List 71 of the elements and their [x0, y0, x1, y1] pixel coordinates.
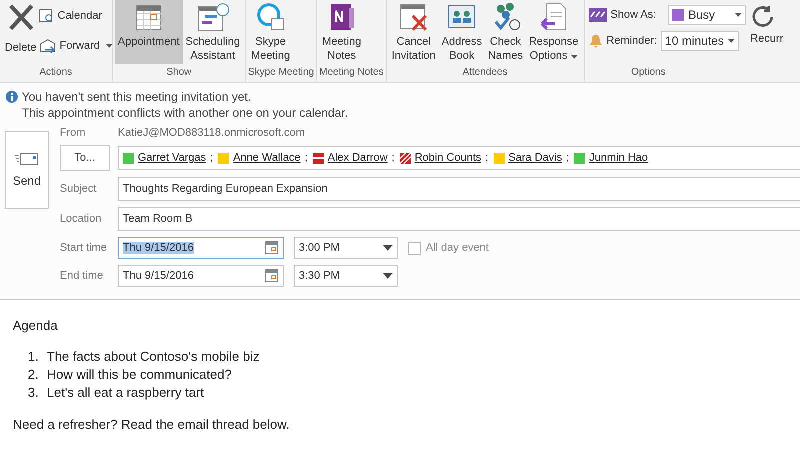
- from-address: KatieJ@MOD883118.onmicrosoft.com: [118, 127, 306, 139]
- time-dropdown[interactable]: 3:30 PM: [294, 265, 398, 287]
- ribbon-button[interactable]: Appointment: [115, 0, 183, 64]
- caret-icon: [728, 39, 736, 43]
- calendar-icon: [265, 269, 279, 283]
- to-field[interactable]: Garret Vargas ; Anne Wallace ; Alex Darrow ; Robin Counts ; Sara Davis ; Junmin Hao: [118, 146, 800, 170]
- date-field[interactable]: Thu 9/15/2016: [118, 237, 284, 259]
- location-field[interactable]: Team Room B: [118, 207, 800, 231]
- group-label: Attendees: [462, 66, 509, 80]
- info-message: This appointment conflicts with another one on your calendar.: [22, 105, 348, 121]
- from-label: From: [60, 127, 87, 139]
- time-label: End time: [60, 269, 104, 284]
- list-item: How will this be communicated?: [47, 366, 232, 382]
- group-label: Meeting Notes: [319, 66, 384, 80]
- body-text: Need a refresher? Read the email thread below.: [13, 417, 291, 432]
- list-item: Let's all eat a raspberry tart: [47, 384, 204, 400]
- list-number: 2.: [28, 366, 40, 382]
- status-square-icon: [672, 9, 684, 21]
- ribbon-button[interactable]: Meeting Notes: [319, 0, 364, 64]
- caret-icon: [735, 13, 742, 17]
- location-label: Location: [60, 212, 103, 227]
- time-dropdown[interactable]: 3:00 PM: [294, 237, 398, 259]
- ribbon-button[interactable]: Address Book: [438, 0, 486, 64]
- attendee-name[interactable]: Garret Vargas: [138, 152, 206, 164]
- attendee-name[interactable]: Robin Counts: [414, 152, 482, 164]
- all-day-label: All day event: [426, 242, 489, 254]
- info-icon: [6, 91, 18, 103]
- group-label: Options: [630, 66, 667, 80]
- attendee-name[interactable]: Sara Davis: [508, 152, 562, 164]
- subject-label: Subject: [60, 182, 98, 197]
- calendar-icon: [265, 241, 279, 255]
- list-number: 3.: [28, 384, 40, 400]
- dropdown-arrow-icon: [383, 245, 393, 251]
- caret-icon: [106, 44, 114, 48]
- group-label: Show: [166, 66, 193, 80]
- envelope-icon: [15, 152, 39, 166]
- dropdown-arrow-icon: [383, 273, 393, 279]
- date-field[interactable]: Thu 9/15/2016: [118, 265, 284, 287]
- send-button[interactable]: Send: [5, 131, 49, 209]
- attendee-name[interactable]: Alex Darrow: [328, 152, 388, 164]
- bell-icon: [588, 34, 603, 48]
- separator: ;: [392, 152, 395, 164]
- ribbon-button[interactable]: Skype Meeting: [248, 0, 294, 64]
- info-message: You haven't sent this meeting invitation yet.: [22, 89, 252, 105]
- list-item: The facts about Contoso's mobile biz: [47, 348, 260, 364]
- to-button[interactable]: To...: [60, 145, 110, 171]
- reminder-dropdown[interactable]: 10 minutes: [661, 31, 740, 51]
- attendee-name[interactable]: Junmin Hao: [589, 152, 648, 164]
- separator: ;: [304, 152, 308, 164]
- ribbon-button[interactable]: Check Names: [485, 0, 526, 64]
- reminder-label: Reminder:: [606, 35, 658, 47]
- ribbon-button[interactable]: Response Options: [526, 0, 582, 64]
- show-as-label: Show As:: [610, 9, 656, 21]
- envelope-forward-icon: [38, 38, 57, 54]
- ribbon-button[interactable]: Scheduling Assistant: [182, 0, 244, 64]
- separator: ;: [210, 152, 214, 164]
- time-label: Start time: [60, 241, 108, 256]
- group-label: Skype Meeting: [248, 66, 314, 80]
- all-day-checkbox[interactable]: [408, 242, 421, 254]
- body-heading: Agenda: [13, 318, 59, 333]
- attendee-name[interactable]: Anne Wallace: [233, 152, 301, 164]
- list-number: 1.: [28, 348, 40, 364]
- show-as-icon: [588, 8, 607, 22]
- group-label: Actions: [38, 66, 74, 80]
- recurrence-button[interactable]: Recurr: [750, 0, 784, 45]
- separator: ;: [566, 152, 570, 164]
- separator: ;: [486, 152, 489, 164]
- subject-field[interactable]: Thoughts Regarding European Expansion: [118, 177, 800, 201]
- ribbon-button[interactable]: Cancel Invitation: [388, 0, 439, 64]
- show-as-dropdown[interactable]: Busy: [668, 5, 746, 25]
- calendar-search-icon: [38, 8, 55, 24]
